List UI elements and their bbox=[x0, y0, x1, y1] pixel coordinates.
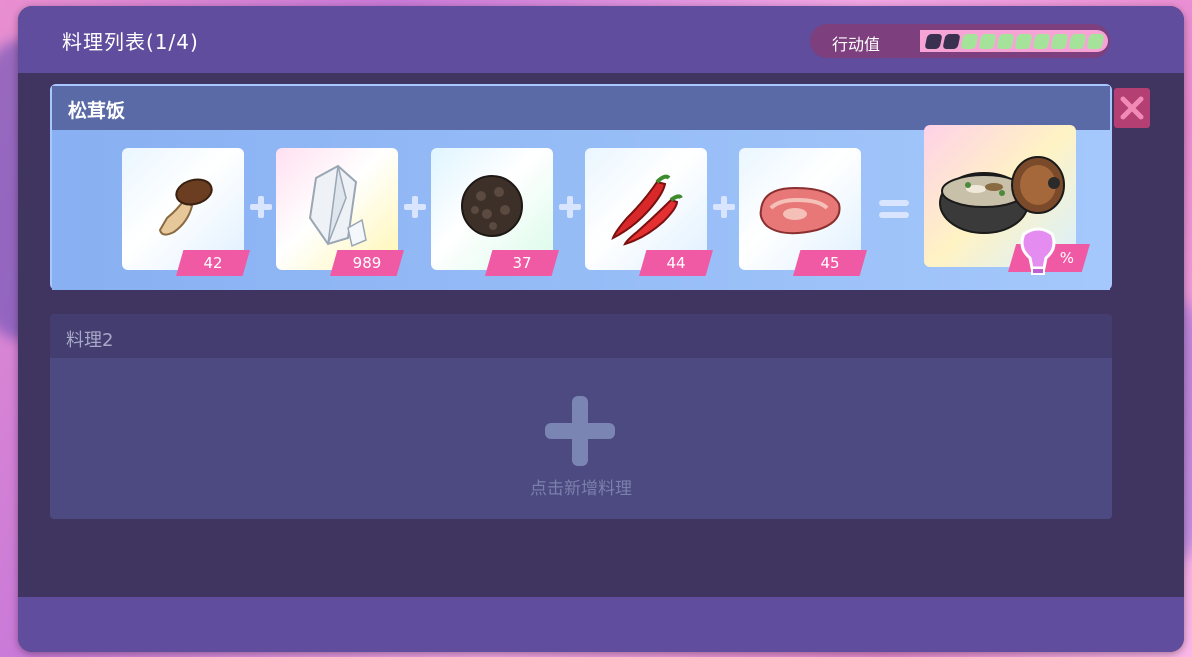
ingredient-slot[interactable]: 989 bbox=[276, 148, 404, 276]
empty-recipe-title: 料理2 bbox=[66, 330, 114, 351]
stamina-pip bbox=[1014, 34, 1033, 49]
stamina-label: 行动值 bbox=[832, 35, 881, 54]
stamina-pips bbox=[924, 34, 1105, 49]
ingredient-slot[interactable]: 45 bbox=[739, 148, 867, 276]
plus-icon bbox=[559, 196, 581, 218]
close-icon bbox=[1120, 96, 1144, 120]
page-title: 料理列表(1/4) bbox=[62, 30, 199, 54]
empty-recipe-header: 料理2 bbox=[50, 314, 1112, 358]
stamina-pip bbox=[1086, 34, 1105, 49]
equals-icon bbox=[879, 200, 909, 218]
panel-footer bbox=[18, 597, 1184, 652]
recipe-header: 松茸饭 bbox=[52, 86, 1110, 130]
ingredient-slot[interactable]: 37 bbox=[431, 148, 559, 276]
add-icon[interactable] bbox=[545, 396, 615, 466]
plus-icon bbox=[713, 196, 735, 218]
stamina-pip bbox=[924, 34, 943, 49]
stamina-pip bbox=[1032, 34, 1051, 49]
plus-icon bbox=[250, 196, 272, 218]
stamina-pip bbox=[996, 34, 1015, 49]
empty-recipe-card[interactable]: 料理2 点击新增料理 bbox=[50, 314, 1112, 519]
ingredient-count: 44 bbox=[639, 250, 713, 276]
result-badge-text: % bbox=[1059, 249, 1074, 267]
ingredient-slot[interactable]: 44 bbox=[585, 148, 713, 276]
recipe-name: 松茸饭 bbox=[68, 100, 126, 122]
stamina-pip bbox=[960, 34, 979, 49]
add-recipe-label: 点击新增料理 bbox=[530, 479, 632, 499]
ingredient-count: 42 bbox=[176, 250, 250, 276]
ingredient-count: 37 bbox=[485, 250, 559, 276]
ingredient-slot[interactable]: 42 bbox=[122, 148, 250, 276]
plus-icon bbox=[404, 196, 426, 218]
stamina-pip bbox=[978, 34, 997, 49]
stamina-pip bbox=[942, 34, 961, 49]
lightbulb-icon bbox=[1020, 227, 1056, 275]
stamina-pip bbox=[1050, 34, 1069, 49]
ingredient-count: 989 bbox=[330, 250, 404, 276]
ingredient-count: 45 bbox=[793, 250, 867, 276]
stamina-track bbox=[920, 30, 1108, 52]
panel-header: 料理列表(1/4) 行动值 bbox=[18, 6, 1184, 73]
stamina-pip bbox=[1068, 34, 1087, 49]
stamina-bar: 行动值 bbox=[810, 24, 1110, 58]
close-button[interactable] bbox=[1114, 88, 1150, 128]
